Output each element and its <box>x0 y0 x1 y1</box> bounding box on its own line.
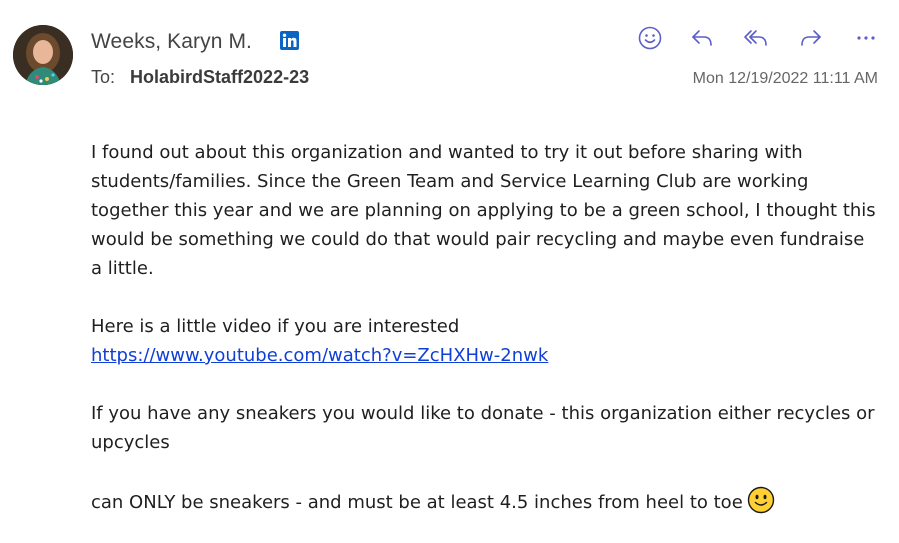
emoji-react-button[interactable] <box>636 24 664 52</box>
reply-all-icon <box>744 30 767 46</box>
sender-avatar[interactable] <box>13 25 73 85</box>
forward-button[interactable] <box>797 24 825 52</box>
sender-name[interactable]: Weeks, Karyn M. <box>91 30 252 54</box>
body-paragraph-1: I found out about this organization and … <box>91 142 876 279</box>
recipient-name[interactable]: HolabirdStaff2022-23 <box>130 67 309 87</box>
forward-icon <box>801 30 821 46</box>
more-actions-button[interactable] <box>852 24 880 52</box>
reply-button[interactable] <box>688 24 716 52</box>
reply-all-button[interactable] <box>742 24 770 52</box>
reply-icon <box>692 30 712 46</box>
to-label: To: <box>91 67 116 87</box>
linkedin-icon[interactable] <box>280 31 299 50</box>
person-photo-icon <box>13 25 73 85</box>
video-intro-text: Here is a little video if you are intere… <box>91 316 460 337</box>
emoji-react-icon <box>638 26 662 50</box>
video-link[interactable]: https://www.youtube.com/watch?v=ZcHXHw-2… <box>91 345 548 366</box>
message-body: I found out about this organization and … <box>91 138 881 517</box>
email-reading-pane: Weeks, Karyn M. To: HolabirdStaff2022-23… <box>0 0 899 543</box>
sent-timestamp: Mon 12/19/2022 11:11 AM <box>692 70 878 87</box>
to-line: To: HolabirdStaff2022-23 <box>91 67 309 88</box>
sneaker-requirement-text: can ONLY be sneakers - and must be at le… <box>91 492 743 513</box>
slightly-smiling-face-emoji-icon <box>747 486 774 514</box>
body-paragraph-3: If you have any sneakers you would like … <box>91 403 875 453</box>
more-icon <box>857 36 875 40</box>
body-paragraph-2: Here is a little video if you are intere… <box>91 312 881 370</box>
body-paragraph-4: can ONLY be sneakers - and must be at le… <box>91 486 881 517</box>
